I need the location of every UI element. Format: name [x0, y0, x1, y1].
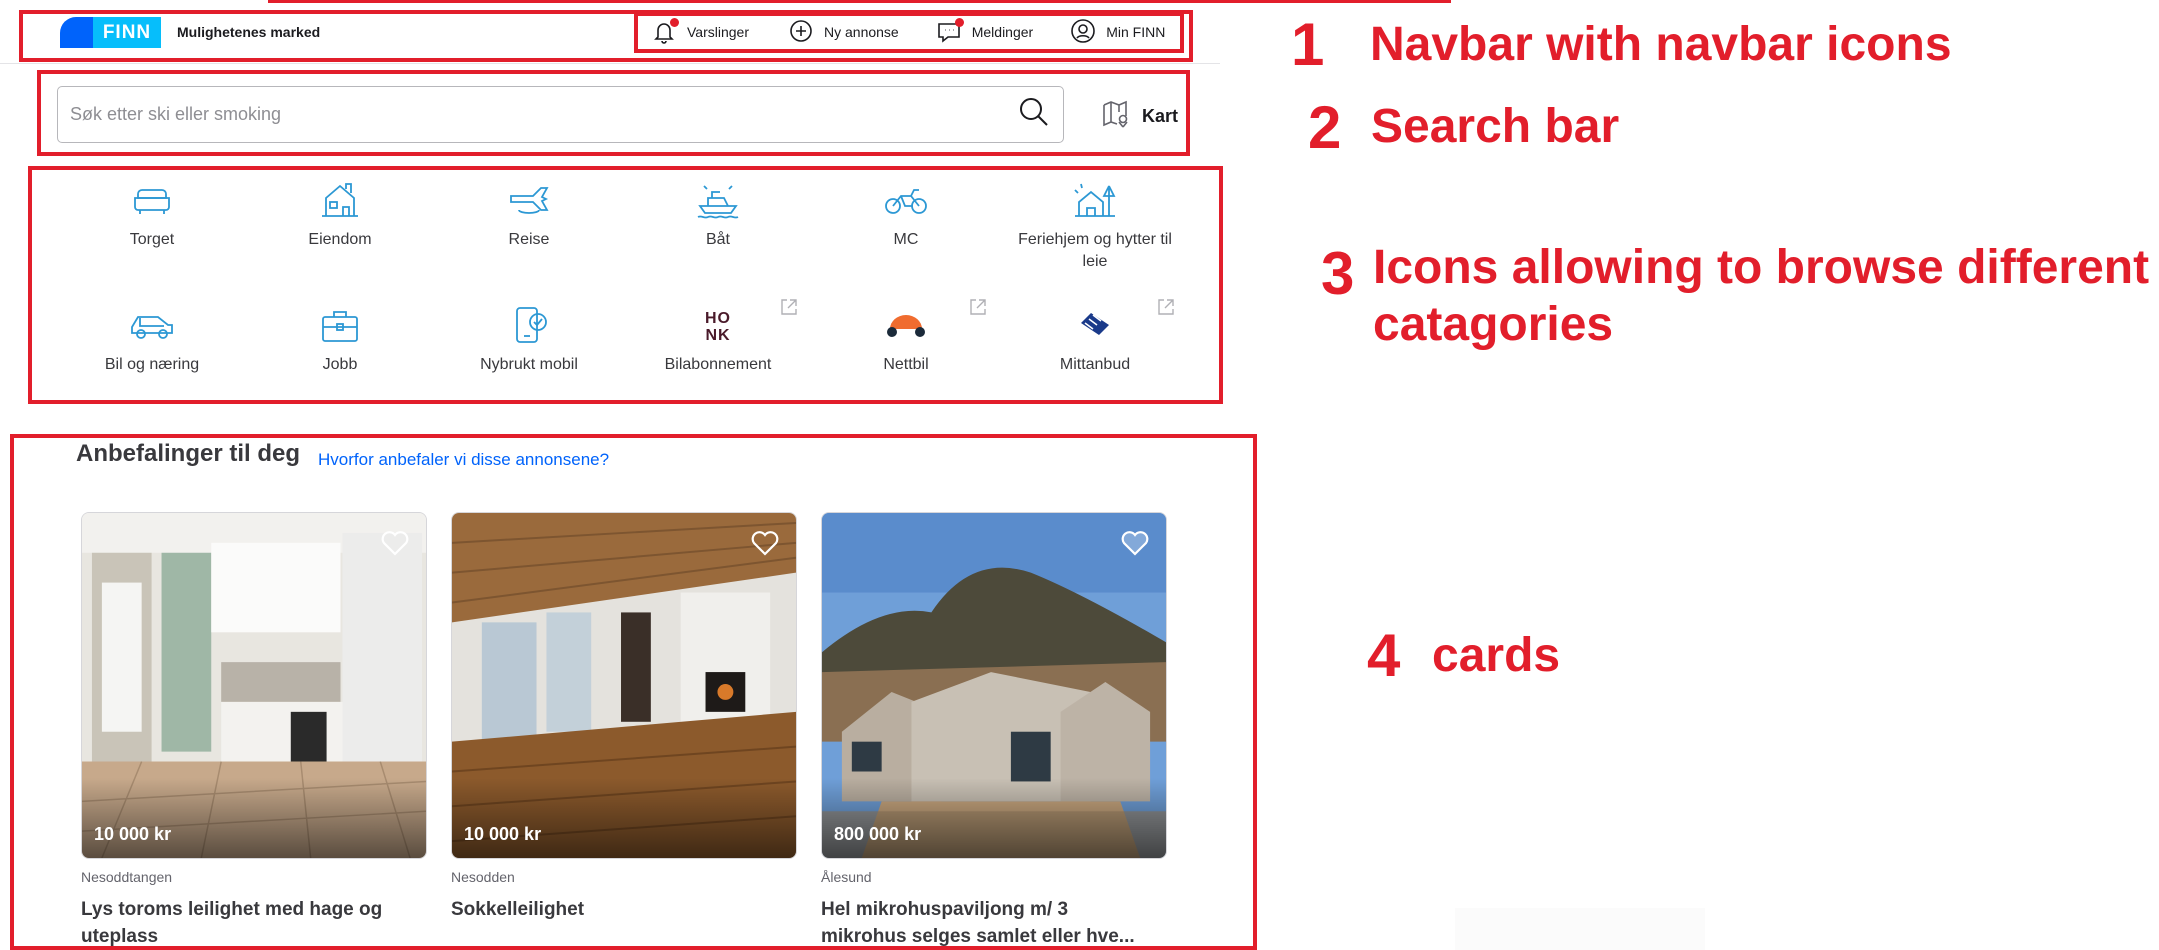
annotation-box-navbar-icons [634, 12, 1184, 53]
annotation-label: Search bar [1371, 100, 1620, 153]
annotation-label: Icons allowing to browse different catag… [1373, 241, 2150, 351]
annotation-box-cards [10, 434, 1257, 950]
navbar-divider [0, 63, 1220, 64]
annotation-number: 3 [1321, 240, 1355, 307]
annotation-box-categories [28, 166, 1223, 404]
annotation-number: 1 [1291, 11, 1325, 78]
annotation-label: cards [1432, 629, 1561, 682]
annotation-box-search [37, 70, 1190, 156]
annotation-top-line [268, 0, 1451, 3]
annotation-label: Navbar with navbar icons [1370, 18, 1952, 71]
bottom-fade [1455, 908, 1705, 950]
annotation-number: 2 [1308, 94, 1342, 161]
annotation-number: 4 [1367, 622, 1401, 689]
